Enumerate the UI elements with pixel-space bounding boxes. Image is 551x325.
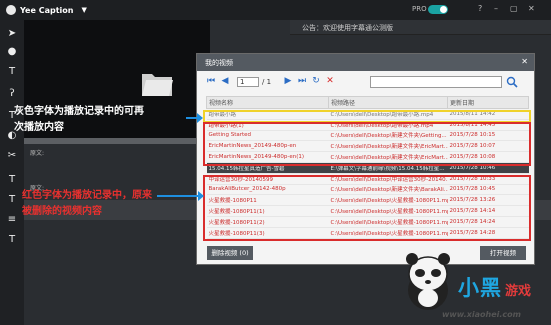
- text-box-tool-icon[interactable]: T: [6, 194, 18, 206]
- gray-annotation-arrow: [186, 113, 203, 123]
- dialog-toolbar: ⏮ ◀ 1 / 1 ▶ ⏭ ↻ ✕: [197, 73, 534, 91]
- watermark-url: www.xiaohei.com: [442, 310, 521, 319]
- notice-text: 公告：欢迎使用字幕通公测版: [302, 24, 393, 32]
- microphone-tool-icon[interactable]: ●: [6, 46, 18, 58]
- my-videos-dialog: 我的视频 ✕ ⏮ ◀ 1 / 1 ▶ ⏭ ↻ ✕ 视频名称 视频路径 更新日期 …: [196, 53, 535, 265]
- search-input[interactable]: [370, 76, 502, 88]
- first-page-icon[interactable]: ⏮: [206, 76, 216, 86]
- red-annotation-line-2: 被删除的视频内容: [22, 206, 102, 217]
- close-icon[interactable]: ✕: [528, 4, 535, 13]
- red-annotation: 红色字体为播放记录中，原来 被删除的视频内容: [22, 188, 152, 220]
- text-format-tool-icon[interactable]: T: [6, 234, 18, 246]
- search-icon[interactable]: [506, 76, 518, 88]
- pro-toggle[interactable]: [428, 5, 448, 14]
- app-menu-chevron-down-icon[interactable]: ▼: [81, 6, 86, 14]
- table-header-row: 视频名称 视频路径 更新日期: [206, 96, 529, 109]
- red-rows-highlight-box-2: [203, 175, 531, 241]
- help-icon[interactable]: ?: [478, 4, 482, 13]
- app-logo-icon: [6, 5, 16, 15]
- tool-sidebar: ➤ ● T ʔ T ◐ ✂ T T ≡ T: [0, 20, 24, 325]
- title-bar: Yee Caption ▼: [0, 0, 551, 20]
- pointer-tool-icon[interactable]: ➤: [6, 28, 18, 40]
- column-header-name[interactable]: 视频名称: [206, 96, 329, 109]
- open-folder-icon[interactable]: [140, 68, 174, 98]
- last-page-icon[interactable]: ⏭: [297, 76, 307, 86]
- refresh-icon[interactable]: ↻: [311, 76, 321, 86]
- column-header-date[interactable]: 更新日期: [447, 96, 529, 109]
- page-total: / 1: [262, 78, 272, 86]
- gray-annotation: 灰色字体为播放记录中的可再 次播放内容: [14, 104, 144, 136]
- delete-video-button[interactable]: 删除视频 (0): [207, 246, 253, 260]
- page-input[interactable]: 1: [237, 77, 259, 87]
- maximize-icon[interactable]: ▢: [510, 4, 518, 13]
- app-title: Yee Caption: [20, 5, 74, 15]
- dialog-close-icon[interactable]: ✕: [521, 57, 528, 66]
- panda-mascot-logo: [406, 253, 450, 310]
- subtitle-lines: 原文: 原文:: [30, 148, 44, 192]
- ear-tool-icon[interactable]: ʔ: [6, 88, 18, 100]
- red-annotation-arrow: [157, 191, 204, 201]
- minimize-icon[interactable]: –: [494, 4, 498, 13]
- red-rows-highlight-box-1: [203, 122, 531, 166]
- list-tool-icon[interactable]: ≡: [6, 214, 18, 226]
- gray-annotation-line-1: 灰色字体为播放记录中的可再: [14, 106, 144, 117]
- dialog-title: 我的视频: [205, 59, 233, 67]
- pro-label: PRO: [412, 5, 427, 13]
- dialog-title-bar: 我的视频 ✕: [197, 54, 534, 71]
- next-page-icon[interactable]: ▶: [283, 76, 293, 86]
- delete-icon[interactable]: ✕: [325, 76, 335, 86]
- text-tool-icon[interactable]: T: [6, 66, 18, 78]
- subtitle-line-1: 原文:: [30, 150, 45, 157]
- gray-annotation-line-2: 次播放内容: [14, 122, 64, 133]
- open-video-button[interactable]: 打开视频: [480, 246, 526, 260]
- watermark-brand-games: 游戏: [505, 284, 532, 299]
- watermark-brand: 小黑: [458, 276, 502, 300]
- preview-progress-strip: [24, 138, 210, 144]
- cut-tool-icon[interactable]: ✂: [6, 150, 18, 162]
- column-header-path[interactable]: 视频路径: [328, 96, 448, 109]
- prev-page-icon[interactable]: ◀: [220, 76, 230, 86]
- translate-tool-icon[interactable]: T: [6, 174, 18, 186]
- red-annotation-line-1: 红色字体为播放记录中，原来: [22, 190, 152, 201]
